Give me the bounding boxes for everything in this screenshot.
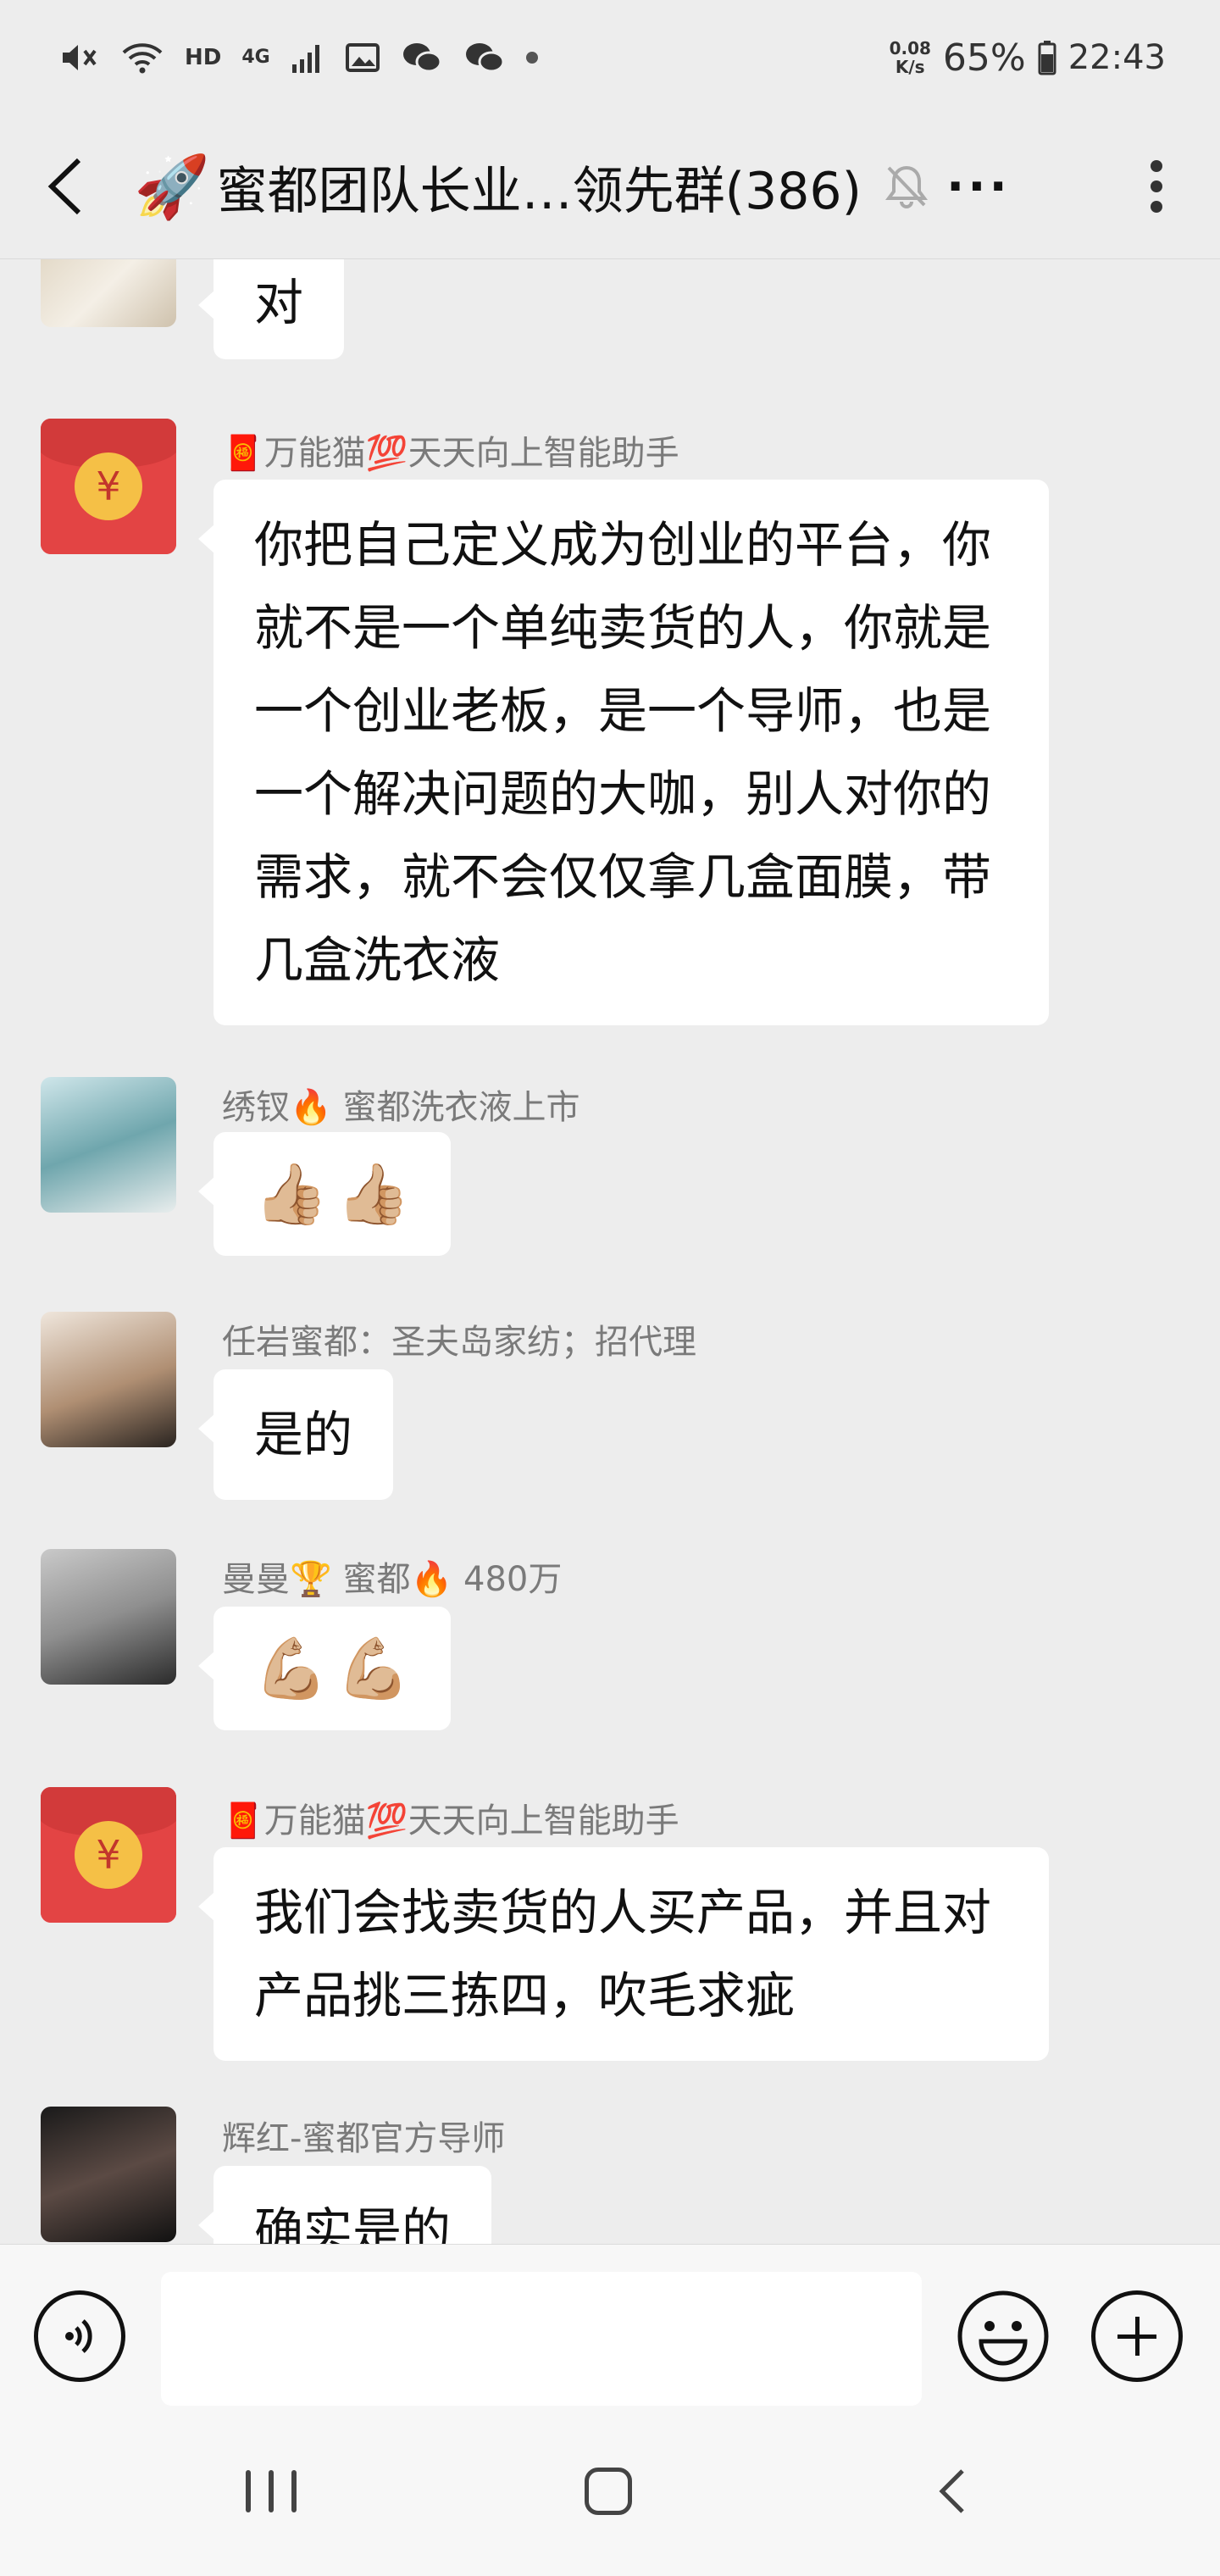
recent-bar-icon <box>269 2470 274 2512</box>
message-text: 是的 <box>254 1406 353 1463</box>
sender-name: 任岩蜜都：圣夫岛家纺；招代理 <box>222 1323 696 1362</box>
message-text: 确实是的 <box>254 2202 452 2244</box>
message-input[interactable] <box>161 2272 922 2406</box>
status-icons-left: HD 4G <box>59 34 538 81</box>
message-bubble[interactable]: 是的 <box>197 1369 394 1500</box>
flexed-biceps-emoji: 💪🏼 <box>254 1634 329 1703</box>
avatar[interactable] <box>41 259 176 327</box>
red-packet-icon: ¥ <box>41 1787 176 1923</box>
chevron-left-icon <box>939 2469 964 2513</box>
sender-name: 🧧万能猫💯天天向上智能助手 <box>222 434 679 473</box>
flexed-biceps-emoji: 💪🏼 <box>336 1634 411 1703</box>
svg-text:¥: ¥ <box>96 1832 120 1878</box>
back-button[interactable] <box>47 148 94 225</box>
wifi-icon <box>122 43 163 74</box>
dot-icon <box>1151 160 1162 172</box>
battery-icon <box>1038 41 1056 75</box>
add-attachment-button[interactable] <box>1091 2290 1183 2382</box>
avatar-red-packet[interactable]: ¥ <box>41 1787 176 1923</box>
red-packet-icon: ¥ <box>41 419 176 554</box>
message-text: 你把自己定义成为创业的平台，你就不是一个单纯卖货的人，你就是一个创业老板，是一个… <box>254 516 992 989</box>
chat-message-list[interactable]: 对 ¥ 🧧万能猫💯天天向上智能助手 你把自己定义成为创业的平台，你就不是一个单纯… <box>0 259 1220 2244</box>
recent-apps-button[interactable] <box>246 2470 297 2512</box>
more-options-button[interactable] <box>1144 148 1169 225</box>
chat-title: 蜜都团队长业…领先群(386) <box>216 161 862 221</box>
voice-input-button[interactable] <box>34 2290 125 2382</box>
message-bubble[interactable]: 👍🏼 👍🏼 <box>197 1132 452 1256</box>
network-speed: 0.08 K/s <box>890 39 931 76</box>
thumbs-up-emoji: 👍🏼 <box>254 1159 329 1229</box>
system-nav-bar <box>0 2415 1220 2576</box>
message-text: 对 <box>254 274 304 331</box>
recent-bar-icon <box>291 2470 297 2512</box>
speed-unit: K/s <box>895 57 925 77</box>
wechat-icon <box>402 43 442 73</box>
sender-name: 辉红-蜜都官方导师 <box>222 2119 506 2158</box>
mute-volume-icon <box>63 45 97 70</box>
avatar[interactable] <box>41 1549 176 1685</box>
avatar[interactable] <box>41 1312 176 1447</box>
avatar[interactable] <box>41 1077 176 1213</box>
system-back-button[interactable] <box>932 2466 974 2517</box>
dot-icon <box>1151 201 1162 213</box>
sender-name: 🧧万能猫💯天天向上智能助手 <box>222 1802 679 1840</box>
sender-name: 曼曼🏆 蜜都🔥 480万 <box>222 1560 563 1599</box>
rocket-emoji: 🚀 <box>134 151 210 222</box>
emoji-message: 💪🏼 💪🏼 <box>254 1627 410 1710</box>
message-text: 我们会找卖货的人买产品，并且对产品挑三拣四，吹毛求疵 <box>254 1884 992 2024</box>
battery-percent: 65% <box>942 36 1026 80</box>
speed-value: 0.08 <box>889 38 931 58</box>
chevron-left-icon <box>47 158 81 215</box>
title-more-icon: ··· <box>946 158 1011 214</box>
smiley-icon <box>957 2290 1049 2382</box>
mute-bell-icon <box>884 163 929 210</box>
thumbs-up-emoji: 👍🏼 <box>336 1159 411 1229</box>
wechat-icon <box>465 43 505 73</box>
status-bar: HD 4G 0.08 K/s 65% 22:43 <box>0 0 1220 114</box>
voice-icon <box>65 2319 92 2353</box>
status-icons-right: 0.08 K/s 65% 22:43 <box>890 31 1166 85</box>
avatar-red-packet[interactable]: ¥ <box>41 419 176 554</box>
avatar[interactable] <box>41 2107 176 2242</box>
dot-icon <box>1151 180 1162 192</box>
emoji-message: 👍🏼 👍🏼 <box>254 1152 410 1235</box>
message-bubble[interactable]: 你把自己定义成为创业的平台，你就不是一个单纯卖货的人，你就是一个创业老板，是一个… <box>198 480 1049 1025</box>
message-bubble[interactable]: 确实是的 <box>197 2166 492 2244</box>
sender-name: 绣钗🔥 蜜都洗衣液上市 <box>222 1088 580 1127</box>
message-bubble[interactable]: 我们会找卖货的人买产品，并且对产品挑三拣四，吹毛求疵 <box>198 1847 1049 2061</box>
notification-dot-icon <box>525 52 538 64</box>
svg-text:¥: ¥ <box>96 464 120 509</box>
gallery-icon <box>345 43 380 72</box>
signal-icon <box>291 45 319 73</box>
message-bubble[interactable]: 💪🏼 💪🏼 <box>197 1607 452 1730</box>
clock: 22:43 <box>1068 38 1166 77</box>
emoji-button[interactable] <box>957 2290 1049 2382</box>
network-type: 4G <box>241 47 270 68</box>
hd-indicator: HD <box>185 45 222 70</box>
chat-header: 🚀 蜜都团队长业…领先群(386) ··· <box>0 114 1220 259</box>
message-bubble[interactable]: 对 <box>197 259 345 359</box>
chat-title-row[interactable]: 🚀 蜜都团队长业…领先群(386) ··· <box>134 148 1011 225</box>
recent-bar-icon <box>246 2470 251 2512</box>
input-bar <box>0 2244 1220 2416</box>
home-button[interactable] <box>585 2468 632 2515</box>
